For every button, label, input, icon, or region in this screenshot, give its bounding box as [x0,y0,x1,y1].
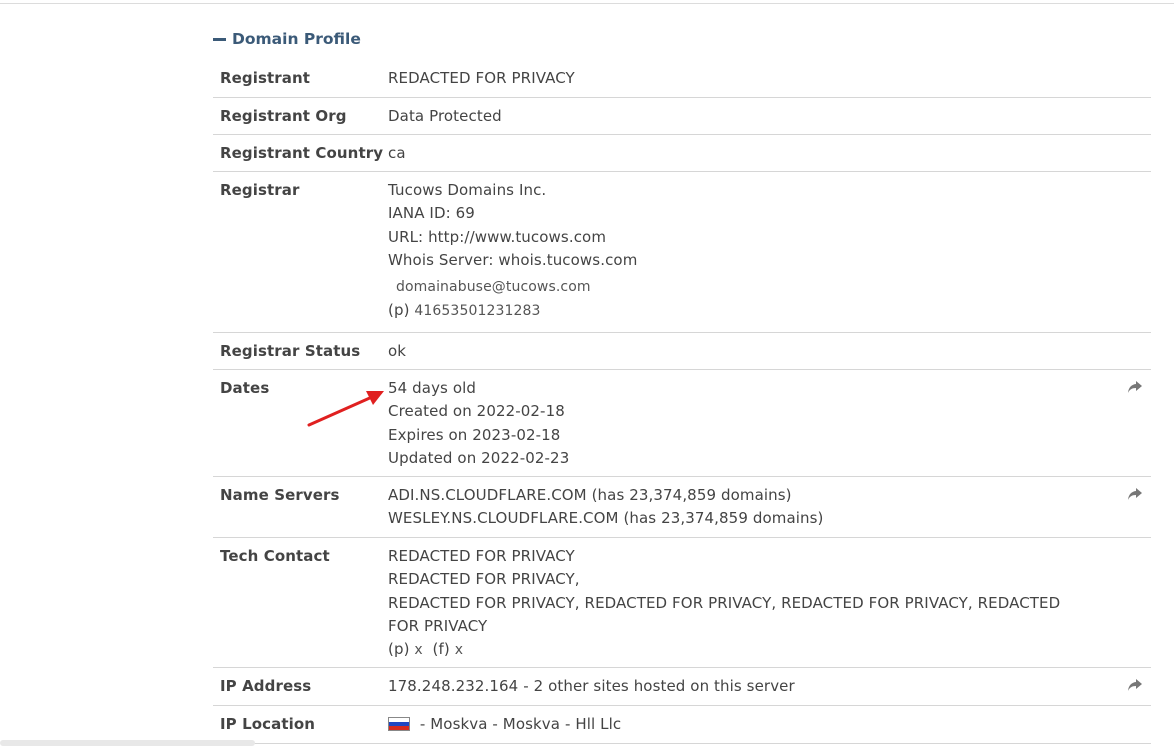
registrar-email: domainabuse@tucows.com [396,279,591,296]
row-value: ADI.NS.CLOUDFLARE.COM (has 23,374,859 do… [388,484,823,531]
tech-contact-line: FOR PRIVACY [388,616,488,635]
registrar-url: URL: http://www.tucows.com [388,227,607,246]
domain-profile-header[interactable]: Domain Profile [213,30,361,48]
table-row-registrant: Registrant REDACTED FOR PRIVACY [213,60,1151,98]
phone-prefix: (p) [388,640,410,659]
table-row-tech-contact: Tech Contact REDACTED FOR PRIVACY REDACT… [213,538,1151,668]
row-value: - Moskva - Moskva - Hll Llc [388,713,621,736]
row-value: REDACTED FOR PRIVACY [388,69,575,87]
table-row-registrant-org: Registrant Org Data Protected [213,98,1151,135]
red-arrow-annotation [307,391,384,427]
registrar-name: Tucows Domains Inc. [388,181,547,199]
row-label: Registrar Status [220,342,361,360]
domain-age: 54 days old [388,379,476,397]
registrar-whois: Whois Server: whois.tucows.com [388,250,638,269]
row-value: Data Protected [388,107,502,125]
tech-fax: x [454,642,464,659]
table-row-ip-location: IP Location - Moskva - Moskva - Hll Llc [213,706,1151,744]
section-title: Domain Profile [232,30,361,48]
tech-contact-line: REDACTED FOR PRIVACY, [388,570,580,589]
row-label: Registrant [220,69,311,87]
ip-location-text: - Moskva - Moskva - Hll Llc [415,715,622,733]
row-label: Registrant Org [220,107,347,125]
table-row-ip-address: IP Address 178.248.232.164 - 2 other sit… [213,668,1151,706]
row-label: IP Address [220,677,312,695]
row-label: Registrar [220,181,300,199]
table-row-name-servers: Name Servers ADI.NS.CLOUDFLARE.COM (has … [213,477,1151,538]
share-arrow-icon[interactable] [1127,678,1143,692]
expires-date: Expires on 2023-02-18 [388,425,561,444]
name-server-1: ADI.NS.CLOUDFLARE.COM (has 23,374,859 do… [388,486,792,504]
fax-prefix: (f) [432,640,450,659]
row-value: 178.248.232.164 - 2 other sites hosted o… [388,677,795,695]
row-value: ca [388,144,406,162]
created-date: Created on 2022-02-18 [388,402,565,421]
tech-phone: x [414,642,423,659]
registrar-phone: 41653501231283 [414,303,541,320]
row-value: REDACTED FOR PRIVACY REDACTED FOR PRIVAC… [388,545,1060,662]
share-arrow-icon[interactable] [1127,380,1143,394]
row-value: Tucows Domains Inc. IANA ID: 69 URL: htt… [388,179,637,324]
registrar-iana: IANA ID: 69 [388,204,475,223]
table-row-registrant-country: Registrant Country ca [213,135,1151,172]
row-label: Dates [220,379,270,397]
table-row-registrar: Registrar Tucows Domains Inc. IANA ID: 6… [213,172,1151,333]
row-label: IP Location [220,715,316,733]
horizontal-scrollbar[interactable] [0,740,255,746]
tech-contact-line: REDACTED FOR PRIVACY, REDACTED FOR PRIVA… [388,593,1061,612]
russia-flag-icon [388,717,410,731]
row-label: Tech Contact [220,547,330,565]
minus-icon[interactable] [213,37,226,41]
row-value: 54 days old Created on 2022-02-18 Expire… [388,377,569,470]
name-server-2: WESLEY.NS.CLOUDFLARE.COM (has 23,374,859… [388,509,824,528]
row-label: Registrant Country [220,144,384,162]
phone-prefix: (p) [388,301,410,320]
top-divider [0,3,1174,4]
table-row-registrar-status: Registrar Status ok [213,333,1151,370]
updated-date: Updated on 2022-02-23 [388,448,570,467]
row-label: Name Servers [220,486,340,504]
row-value: ok [388,342,407,360]
tech-contact-line: REDACTED FOR PRIVACY [388,547,575,565]
share-arrow-icon[interactable] [1127,487,1143,501]
